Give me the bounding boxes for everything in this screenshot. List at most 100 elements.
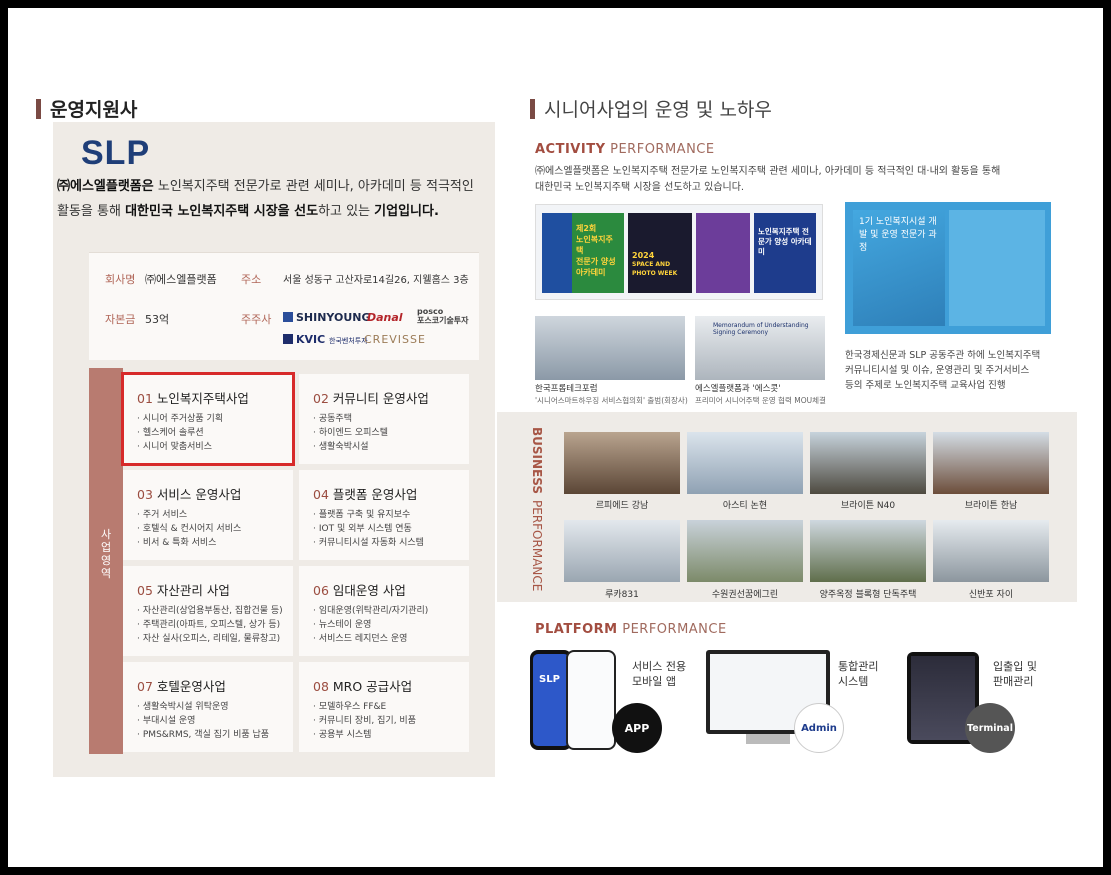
poster-image bbox=[696, 213, 750, 293]
terminal-badge: Terminal bbox=[965, 703, 1015, 753]
business-items: 임대운영(위탁관리/자기관리) 뉴스테이 운영 서비스드 레지던스 운영 bbox=[313, 604, 428, 646]
right-section-title-text: 시니어사업의 운영 및 노하우 bbox=[544, 99, 772, 121]
business-items: 플랫폼 구축 및 유지보수 IOT 및 외부 시스템 연동 커뮤니티시설 자동화… bbox=[313, 508, 424, 550]
business-card-05: 05 자산관리 사업 자산관리(상업용부동산, 집합건물 등) 주택관리(아파트… bbox=[123, 566, 293, 656]
business-item: 헬스케어 솔루션 bbox=[137, 426, 223, 440]
business-card-04: 04 플랫폼 운영사업 플랫폼 구축 및 유지보수 IOT 및 외부 시스템 연… bbox=[299, 470, 469, 560]
crevisse-logo: CREVISSE bbox=[364, 333, 426, 346]
business-items: 자산관리(상업용부동산, 집합건물 등) 주택관리(아파트, 오피스텔, 상가 … bbox=[137, 604, 283, 646]
poster-academy-3: 노인복지주택 전문가 양성 아카데미 bbox=[754, 213, 816, 293]
kvic-sub: 한국벤처투자 bbox=[329, 337, 368, 345]
posco-text: posco bbox=[417, 307, 444, 316]
phone-screen: SLP bbox=[533, 654, 569, 746]
shinyoung-icon bbox=[283, 312, 293, 322]
business-item: PMS&RMS, 객실 집기 비품 납품 bbox=[137, 728, 269, 742]
business-item: 비서 & 특화 서비스 bbox=[137, 536, 241, 550]
business-num: 04 bbox=[313, 487, 329, 502]
platform-title-light: PERFORMANCE bbox=[617, 622, 727, 637]
right-section-title: 시니어사업의 운영 및 노하우 bbox=[530, 95, 772, 122]
academy-desc: 한국경제신문과 SLP 공동주관 하에 노인복지주택 커뮤니티시설 및 이슈, … bbox=[845, 348, 1040, 393]
platform-label-line: 입출입 및 bbox=[993, 660, 1037, 673]
project-image bbox=[564, 432, 680, 494]
platform-title: PLATFORM PERFORMANCE bbox=[535, 622, 727, 637]
company-panel: SLP ㈜에스엘플랫폼은 노인복지주택 전문가로 관련 세미나, 아카데미 등 … bbox=[53, 122, 495, 777]
project-caption: 아스티 논현 bbox=[722, 501, 768, 511]
poster-space-week: 2024 SPACE AND PHOTO WEEK bbox=[628, 213, 692, 293]
platform-label-line: 판매관리 bbox=[993, 675, 1034, 688]
intro-text2: 하고 있는 bbox=[318, 204, 375, 219]
business-num: 07 bbox=[137, 679, 153, 694]
academy-poster-detail bbox=[949, 210, 1045, 326]
poster-text: 제2회 bbox=[576, 224, 597, 233]
business-item: 모델하우스 FF&E bbox=[313, 700, 416, 714]
business-title-text: 호텔운영사업 bbox=[156, 679, 226, 694]
academy-desc-line: 한국경제신문과 SLP 공동주관 하에 노인복지주택 bbox=[845, 350, 1041, 361]
academy-poster: 1기 노인복지시설 개발 및 운영 전문가 과정 bbox=[845, 202, 1051, 334]
platform-label-line: 모바일 앱 bbox=[632, 675, 676, 688]
project-image bbox=[810, 520, 926, 582]
business-title-text: 임대운영 사업 bbox=[332, 583, 406, 598]
slp-logo: SLP bbox=[81, 134, 151, 172]
business-item: 커뮤니티 장비, 집기, 비품 bbox=[313, 714, 416, 728]
shareholders-label: 주주사 bbox=[241, 313, 272, 326]
business-card-03: 03 서비스 운영사업 주거 서비스 호텔식 & 컨시어지 서비스 비서 & 특… bbox=[123, 470, 293, 560]
business-card-02: 02 커뮤니티 운영사업 공동주택 하이엔드 오피스텔 생활숙박시설 bbox=[299, 374, 469, 464]
company-info-box: 회사명 ㈜에스엘플랫폼 주소 서울 성동구 고산자로14길26, 지웰홈스 3층… bbox=[89, 252, 479, 360]
business-num: 05 bbox=[137, 583, 153, 598]
business-title: 05 자산관리 사업 bbox=[137, 580, 230, 599]
business-title: 06 임대운영 사업 bbox=[313, 580, 406, 599]
business-title: 04 플랫폼 운영사업 bbox=[313, 484, 417, 503]
project-image bbox=[933, 520, 1049, 582]
left-section-title-text: 운영지원사 bbox=[50, 99, 138, 121]
project-image bbox=[564, 520, 680, 582]
business-title-text: 플랫폼 운영사업 bbox=[332, 487, 418, 502]
project-image bbox=[687, 520, 803, 582]
business-title: 03 서비스 운영사업 bbox=[137, 484, 241, 503]
project-image bbox=[687, 432, 803, 494]
title-bar bbox=[36, 98, 41, 119]
app-badge: APP bbox=[612, 703, 662, 753]
capital-value: 53억 bbox=[145, 313, 170, 326]
business-item: 자산 실사(오피스, 리테일, 물류창고) bbox=[137, 632, 283, 646]
business-title-text: MRO 공급사업 bbox=[332, 679, 413, 694]
poster-text: 아카데미 bbox=[576, 268, 606, 277]
business-title: 02 커뮤니티 운영사업 bbox=[313, 388, 429, 407]
business-title-text: 노인복지주택사업 bbox=[156, 391, 249, 406]
business-items: 공동주택 하이엔드 오피스텔 생활숙박시설 bbox=[313, 412, 388, 454]
business-item: 서비스드 레지던스 운영 bbox=[313, 632, 428, 646]
business-title-text: 서비스 운영사업 bbox=[156, 487, 242, 502]
poster-text: 2024 bbox=[632, 251, 655, 260]
business-item: 호텔식 & 컨시어지 서비스 bbox=[137, 522, 241, 536]
project-image bbox=[810, 432, 926, 494]
platform-label-terminal: 입출입 및 판매관리 bbox=[993, 659, 1037, 689]
platform-label-line: 서비스 전용 bbox=[632, 660, 687, 673]
business-card-06: 06 임대운영 사업 임대운영(위탁관리/자기관리) 뉴스테이 운영 서비스드 … bbox=[299, 566, 469, 656]
mobile-app-phone-2 bbox=[566, 650, 616, 750]
business-item: 주택관리(아파트, 오피스텔, 상가 등) bbox=[137, 618, 283, 632]
monitor-stand bbox=[746, 734, 790, 744]
academy-poster-main: 1기 노인복지시설 개발 및 운영 전문가 과정 bbox=[853, 210, 945, 326]
address-label: 주소 bbox=[241, 273, 262, 286]
activity-desc-line: ㈜에스엘플랫폼은 노인복지주택 전문가로 노인복지주택 관련 세미나, 아카데미… bbox=[535, 166, 1001, 177]
business-card-01: 01 노인복지주택사업 시니어 주거상품 기획 헬스케어 솔루션 시니어 맞춤서… bbox=[121, 372, 295, 466]
left-section-title: 운영지원사 bbox=[36, 95, 137, 122]
poster-strip: 제2회 노인복지주택 전문가 양성 아카데미 2024 SPACE AND PH… bbox=[535, 204, 823, 300]
business-title: 01 노인복지주택사업 bbox=[137, 388, 249, 407]
project-image bbox=[933, 432, 1049, 494]
academy-desc-line: 등의 주제로 노인복지주택 교육사업 진행 bbox=[845, 380, 1006, 391]
posco-logo: posco 포스코기술투자 bbox=[417, 307, 469, 325]
business-item: 생활숙박시설 위탁운영 bbox=[137, 700, 269, 714]
platform-label-line: 통합관리 bbox=[838, 660, 879, 673]
platform-label-app: 서비스 전용 모바일 앱 bbox=[632, 659, 686, 689]
activity-title: ACTIVITY PERFORMANCE bbox=[535, 142, 715, 157]
intro-highlight: 대한민국 노인복지주택 시장을 선도 bbox=[125, 204, 319, 219]
kvic-text: KVIC bbox=[296, 333, 326, 346]
activity-desc: ㈜에스엘플랫폼은 노인복지주택 전문가로 노인복지주택 관련 세미나, 아카데미… bbox=[535, 164, 1000, 196]
academy-desc-line: 커뮤니티시설 및 이슈, 운영관리 및 주거서비스 bbox=[845, 365, 1030, 376]
business-title-text: 자산관리 사업 bbox=[156, 583, 230, 598]
mou-photo: Memorandum of Understanding Signing Cere… bbox=[695, 316, 825, 380]
caption-sub: '시니어스마트하우징 서비스협의회' 출범(회장사) bbox=[535, 396, 688, 405]
business-item: 시니어 맞춤서비스 bbox=[137, 440, 223, 454]
forum-photo bbox=[535, 316, 685, 380]
business-items: 시니어 주거상품 기획 헬스케어 솔루션 시니어 맞춤서비스 bbox=[137, 412, 223, 454]
